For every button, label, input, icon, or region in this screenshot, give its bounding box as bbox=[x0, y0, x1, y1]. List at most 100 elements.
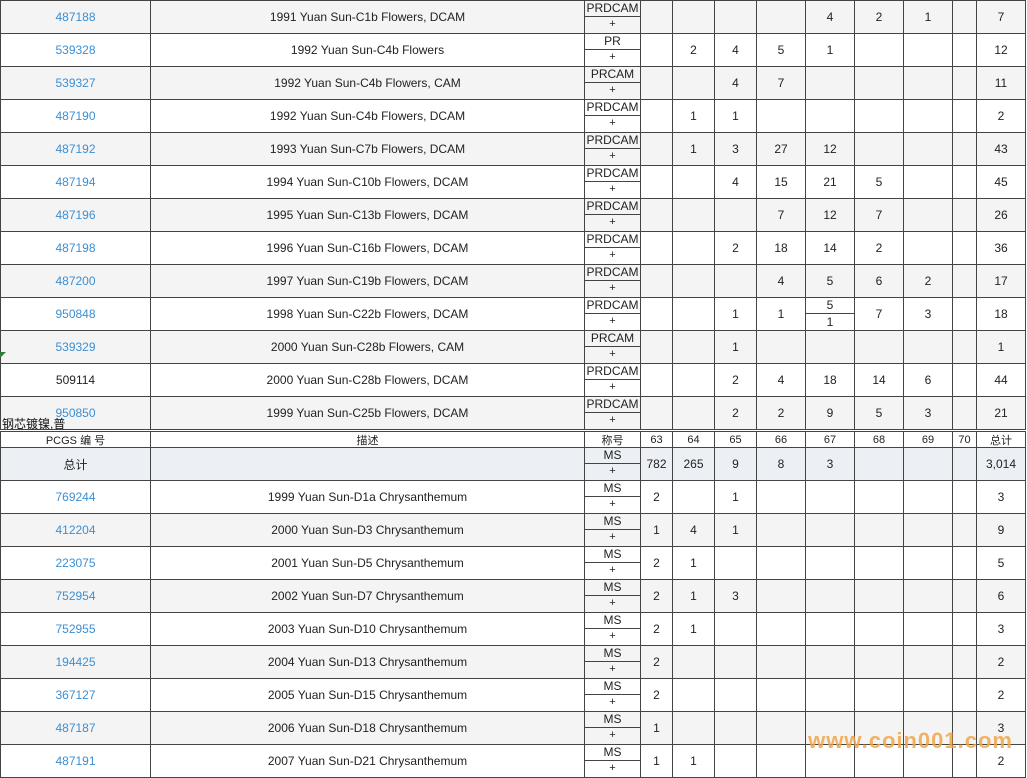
pcgs-number-link[interactable]: 412204 bbox=[0, 513, 151, 547]
pcgs-number-link[interactable]: 950848 bbox=[0, 297, 151, 331]
row-total: 3 bbox=[976, 612, 1026, 646]
designation-cell: PRDCAM + bbox=[584, 165, 641, 199]
table-row: 487188 1991 Yuan Sun-C1b Flowers, DCAM PRD… bbox=[0, 0, 1026, 34]
total-grade-68 bbox=[854, 447, 904, 481]
pcgs-number-link[interactable]: 487194 bbox=[0, 165, 151, 199]
grade-63-count bbox=[640, 264, 673, 298]
total-grade-70 bbox=[952, 447, 977, 481]
grade-64-count bbox=[672, 297, 715, 331]
grade-70-count bbox=[952, 480, 977, 514]
grade-66-count: 4 bbox=[756, 363, 806, 397]
pcgs-number-link[interactable]: 487200 bbox=[0, 264, 151, 298]
grade-65-count: 3 bbox=[714, 132, 757, 166]
header-grade-65: 65 bbox=[714, 431, 757, 449]
designation-plus: + bbox=[609, 564, 616, 576]
grade-63-count bbox=[640, 165, 673, 199]
grade-66-count bbox=[756, 99, 806, 133]
grade-68-count bbox=[854, 330, 904, 364]
pcgs-number-link[interactable]: 487187 bbox=[0, 711, 151, 745]
pcgs-number-link[interactable]: 487196 bbox=[0, 198, 151, 232]
designation: PR bbox=[585, 35, 640, 50]
table-row: 950848 1998 Yuan Sun-C22b Flowers, DCAM PR… bbox=[0, 297, 1026, 331]
pcgs-number-link[interactable]: 769244 bbox=[0, 480, 151, 514]
grade-67-count bbox=[805, 579, 855, 613]
grade-64-count: 4 bbox=[672, 513, 715, 547]
grand-total: 3,014 bbox=[976, 447, 1026, 481]
grade-69-count bbox=[903, 513, 953, 547]
grade-68-count: 5 bbox=[854, 396, 904, 430]
total-row: 总计 MS +782 265 9 8 3 3,014 bbox=[0, 447, 1026, 481]
grade-68-count bbox=[854, 132, 904, 166]
pcgs-number-link[interactable]: 539327 bbox=[0, 66, 151, 100]
grade-66-count bbox=[756, 546, 806, 580]
designation-plus: + bbox=[609, 249, 616, 261]
pcgs-number-link[interactable]: 223075 bbox=[0, 546, 151, 580]
grade-68-count: 6 bbox=[854, 264, 904, 298]
coin-description: 1999 Yuan Sun-D1a Chrysanthemum bbox=[150, 480, 585, 514]
header-grade-66: 66 bbox=[756, 431, 806, 449]
coin-description: 1991 Yuan Sun-C1b Flowers, DCAM bbox=[150, 0, 585, 34]
designation: MS bbox=[585, 647, 640, 662]
designation: MS bbox=[585, 482, 640, 497]
grade-69-count: 2 bbox=[903, 264, 953, 298]
row-total: 3 bbox=[976, 480, 1026, 514]
grade-70-count bbox=[952, 579, 977, 613]
grade-64-count: 1 bbox=[672, 132, 715, 166]
designation: PRDCAM bbox=[585, 166, 640, 182]
grade-69-count bbox=[903, 198, 953, 232]
pcgs-number-link[interactable]: 487191 bbox=[0, 744, 151, 778]
designation-cell: MS + bbox=[584, 612, 641, 646]
grade-63-count bbox=[640, 33, 673, 67]
coin-description: 1994 Yuan Sun-C10b Flowers, DCAM bbox=[150, 165, 585, 199]
grade-69-count bbox=[903, 645, 953, 679]
table-row: 539329 2000 Yuan Sun-C28b Flowers, CAM PRC… bbox=[0, 330, 1026, 364]
grade-69-count bbox=[903, 99, 953, 133]
row-total: 36 bbox=[976, 231, 1026, 265]
pcgs-number-link[interactable]: 367127 bbox=[0, 678, 151, 712]
row-total: 7 bbox=[976, 0, 1026, 34]
row-total: 12 bbox=[976, 33, 1026, 67]
designation-cell: PRDCAM + bbox=[584, 132, 641, 166]
grade-65-count bbox=[714, 264, 757, 298]
row-total: 11 bbox=[976, 66, 1026, 100]
coin-description: 1995 Yuan Sun-C13b Flowers, DCAM bbox=[150, 198, 585, 232]
coin-description: 2003 Yuan Sun-D10 Chrysanthemum bbox=[150, 612, 585, 646]
grade-68-count: 7 bbox=[854, 198, 904, 232]
pcgs-number-link[interactable]: 539329 bbox=[0, 330, 151, 364]
comment-marker bbox=[0, 352, 6, 358]
designation-cell: PRDCAM + bbox=[584, 0, 641, 34]
grade-67-count bbox=[805, 480, 855, 514]
total-grade-67: 3 bbox=[805, 447, 855, 481]
pcgs-number-link[interactable]: 487198 bbox=[0, 231, 151, 265]
pcgs-number-link[interactable]: 539328 bbox=[0, 33, 151, 67]
designation: PRDCAM bbox=[585, 199, 640, 215]
grade-64-count: 1 bbox=[672, 744, 715, 778]
pcgs-number-link[interactable]: 194425 bbox=[0, 645, 151, 679]
designation-plus: + bbox=[609, 696, 616, 708]
grade-64-count bbox=[672, 264, 715, 298]
pcgs-number-link[interactable]: 487188 bbox=[0, 0, 151, 34]
grade-68-count: 14 bbox=[854, 363, 904, 397]
pcgs-number-link[interactable]: 752955 bbox=[0, 612, 151, 646]
grade-67-count bbox=[805, 678, 855, 712]
pcgs-number-link[interactable]: 487190 bbox=[0, 99, 151, 133]
designation-cell: PRDCAM + bbox=[584, 363, 641, 397]
grade-68-count bbox=[854, 579, 904, 613]
pcgs-number-link[interactable]: 752954 bbox=[0, 579, 151, 613]
row-total: 45 bbox=[976, 165, 1026, 199]
proof-population-table: 487188 1991 Yuan Sun-C1b Flowers, DCAM PRD… bbox=[0, 0, 1026, 430]
grade-63-count bbox=[640, 66, 673, 100]
designation: PRDCAM bbox=[585, 100, 640, 116]
grade-65-count bbox=[714, 645, 757, 679]
total-label: 总计 bbox=[0, 447, 151, 481]
pcgs-number: 509114 bbox=[0, 363, 151, 397]
grade-69-count bbox=[903, 330, 953, 364]
grade-69-count: 3 bbox=[903, 396, 953, 430]
designation-plus: + bbox=[609, 630, 616, 642]
pcgs-number-link[interactable]: 487192 bbox=[0, 132, 151, 166]
grade-63-count bbox=[640, 231, 673, 265]
grade-67-split: 51 bbox=[805, 297, 855, 331]
designation-cell: PRDCAM + bbox=[584, 231, 641, 265]
grade-63-count bbox=[640, 0, 673, 34]
designation-cell: PR + bbox=[584, 33, 641, 67]
